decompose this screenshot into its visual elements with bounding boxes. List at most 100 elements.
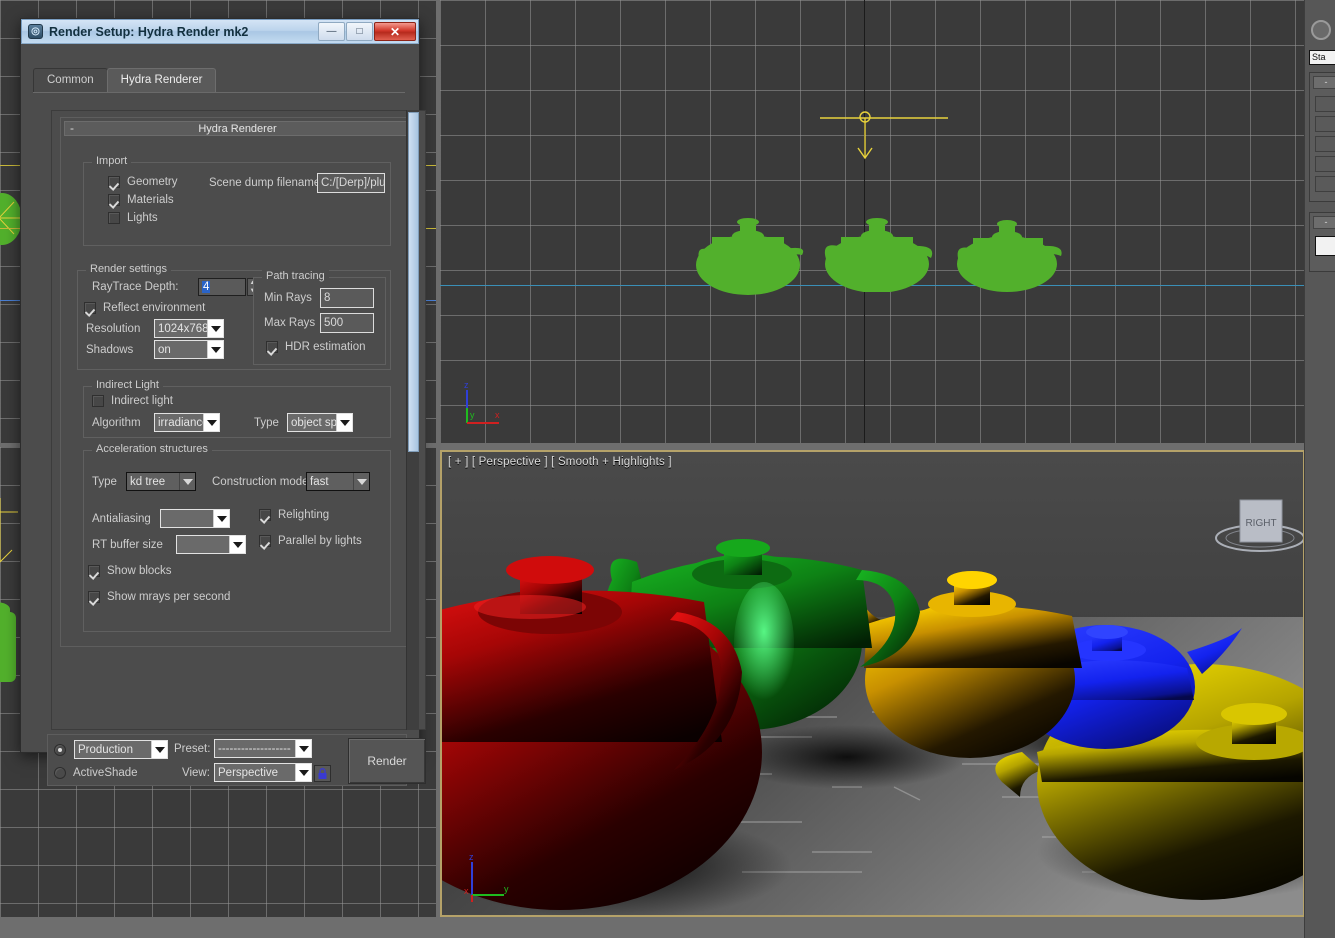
- teapot-wire: [690, 215, 815, 295]
- checkbox-box[interactable]: [88, 565, 100, 577]
- materials-checkbox[interactable]: Materials: [108, 194, 174, 206]
- chevron-down-icon[interactable]: [229, 536, 245, 553]
- viewport-front[interactable]: FRONT z y x: [440, 0, 1305, 443]
- panel-name-field[interactable]: Sta: [1309, 50, 1335, 65]
- activeshade-label: ActiveShade: [73, 767, 138, 779]
- hdr-estimation-checkbox[interactable]: HDR estimation: [266, 341, 366, 353]
- close-button[interactable]: ✕: [374, 22, 416, 41]
- scene-dump-filename-label: Scene dump filename: [209, 177, 320, 189]
- maximize-button[interactable]: □: [346, 22, 373, 41]
- chevron-down-icon[interactable]: [203, 414, 219, 431]
- checkbox-box[interactable]: [92, 395, 104, 407]
- tab-bar[interactable]: Common Hydra Renderer: [33, 68, 215, 92]
- svg-text:RIGHT: RIGHT: [1245, 518, 1276, 529]
- accel-type-combo[interactable]: kd tree: [126, 472, 196, 491]
- raytrace-depth-field[interactable]: 4: [198, 278, 246, 296]
- chevron-down-icon[interactable]: [213, 510, 229, 527]
- chevron-down-icon[interactable]: [179, 473, 195, 490]
- reflect-environment-checkbox[interactable]: Reflect environment: [84, 302, 205, 314]
- indirect-light-checkbox[interactable]: Indirect light: [92, 395, 173, 407]
- rollout-title[interactable]: -: [1313, 76, 1335, 89]
- panel-round-button[interactable]: [1311, 20, 1331, 40]
- view-combo[interactable]: Perspective: [214, 763, 312, 782]
- checkbox-box[interactable]: [108, 176, 120, 188]
- activeshade-radio[interactable]: ActiveShade: [54, 767, 138, 779]
- panel-row[interactable]: [1315, 116, 1335, 132]
- checkbox-box[interactable]: [108, 194, 120, 206]
- tab-common[interactable]: Common: [33, 68, 108, 92]
- max-rays-field[interactable]: 500: [320, 313, 374, 333]
- chevron-down-icon[interactable]: [151, 741, 167, 758]
- path-tracing-group-label: Path tracing: [262, 270, 329, 282]
- render-button[interactable]: Render: [348, 738, 426, 784]
- hdr-estimation-label: HDR estimation: [285, 341, 366, 353]
- scrollbar-thumb[interactable]: [408, 112, 419, 452]
- view-lock-button[interactable]: [314, 765, 331, 782]
- checkbox-box[interactable]: [259, 535, 271, 547]
- indirect-light-label: Indirect light: [111, 395, 173, 407]
- chevron-down-icon[interactable]: [336, 414, 352, 431]
- rollout-title[interactable]: -: [1313, 216, 1335, 229]
- shadows-combo[interactable]: on: [154, 340, 224, 359]
- lights-label: Lights: [127, 212, 158, 224]
- render-settings-group: Render settings RayTrace Depth: 4 ▲ ▼ Re…: [77, 270, 391, 370]
- window-buttons[interactable]: — □ ✕: [317, 22, 416, 41]
- chevron-down-icon[interactable]: [207, 341, 223, 358]
- panel-row[interactable]: [1315, 136, 1335, 152]
- chevron-down-icon[interactable]: [295, 764, 311, 781]
- checkbox-box[interactable]: [259, 509, 271, 521]
- hydra-renderer-rollout[interactable]: - Hydra Renderer Import Geometry Materia…: [60, 117, 415, 647]
- algorithm-combo[interactable]: irradiance: [154, 413, 220, 432]
- antialiasing-combo[interactable]: [160, 509, 230, 528]
- geometry-checkbox[interactable]: Geometry: [108, 176, 178, 188]
- rt-buffer-size-combo[interactable]: [176, 535, 246, 554]
- raytrace-depth-value: 4: [202, 281, 210, 293]
- radio-button[interactable]: [54, 744, 66, 756]
- scene-dump-filename-field[interactable]: C:/[Derp]/plu: [317, 173, 385, 193]
- production-radio[interactable]: [54, 744, 66, 756]
- dialog-titlebar[interactable]: ◎ Render Setup: Hydra Render mk2 — □ ✕: [21, 19, 419, 44]
- dialog-body: Common Hydra Renderer - Hydra Renderer I…: [21, 44, 419, 752]
- light-gizmo-icon: [820, 105, 950, 165]
- panel-row[interactable]: [1315, 176, 1335, 192]
- indirect-type-combo[interactable]: object spa: [287, 413, 353, 432]
- radio-button[interactable]: [54, 767, 66, 779]
- show-blocks-checkbox[interactable]: Show blocks: [88, 565, 172, 577]
- chevron-down-icon[interactable]: [353, 473, 369, 490]
- command-panel[interactable]: Sta - -: [1304, 0, 1335, 938]
- shadows-label: Shadows: [86, 344, 133, 356]
- checkbox-box[interactable]: [108, 212, 120, 224]
- rollout-header[interactable]: - Hydra Renderer: [64, 121, 411, 136]
- lights-checkbox[interactable]: Lights: [108, 212, 158, 224]
- show-mrays-checkbox[interactable]: Show mrays per second: [88, 591, 230, 603]
- tab-hydra-renderer[interactable]: Hydra Renderer: [107, 68, 217, 92]
- minimize-button[interactable]: —: [318, 22, 345, 41]
- reflect-environment-label: Reflect environment: [103, 302, 205, 314]
- dialog-title: Render Setup: Hydra Render mk2: [49, 25, 248, 39]
- construction-mode-combo[interactable]: fast: [306, 472, 370, 491]
- parallel-by-lights-checkbox[interactable]: Parallel by lights: [259, 535, 362, 547]
- panel-field[interactable]: [1315, 236, 1335, 256]
- chevron-down-icon[interactable]: [207, 320, 223, 337]
- render-setup-dialog[interactable]: ◎ Render Setup: Hydra Render mk2 — □ ✕ C…: [20, 18, 420, 753]
- viewcube-right[interactable]: RIGHT: [1210, 480, 1305, 565]
- show-mrays-label: Show mrays per second: [107, 591, 230, 603]
- dialog-scrollbar[interactable]: [406, 110, 419, 730]
- accel-type-value: kd tree: [127, 476, 179, 488]
- resolution-combo[interactable]: 1024x768: [154, 319, 224, 338]
- checkbox-box[interactable]: [266, 341, 278, 353]
- chevron-down-icon[interactable]: [295, 740, 311, 757]
- viewport-perspective[interactable]: RIGHT [ + ] [ Perspective ] [ Smooth + H…: [440, 450, 1305, 917]
- checkbox-box[interactable]: [88, 591, 100, 603]
- min-rays-field[interactable]: 8: [320, 288, 374, 308]
- svg-text:z: z: [469, 852, 474, 862]
- svg-text:z: z: [464, 380, 469, 390]
- max-app-icon: ◎: [28, 24, 43, 39]
- collapse-icon[interactable]: -: [70, 121, 74, 136]
- relighting-checkbox[interactable]: Relighting: [259, 509, 329, 521]
- production-combo[interactable]: Production: [74, 740, 168, 759]
- checkbox-box[interactable]: [84, 302, 96, 314]
- panel-row[interactable]: [1315, 156, 1335, 172]
- preset-combo[interactable]: -------------------: [214, 739, 312, 758]
- panel-row[interactable]: [1315, 96, 1335, 112]
